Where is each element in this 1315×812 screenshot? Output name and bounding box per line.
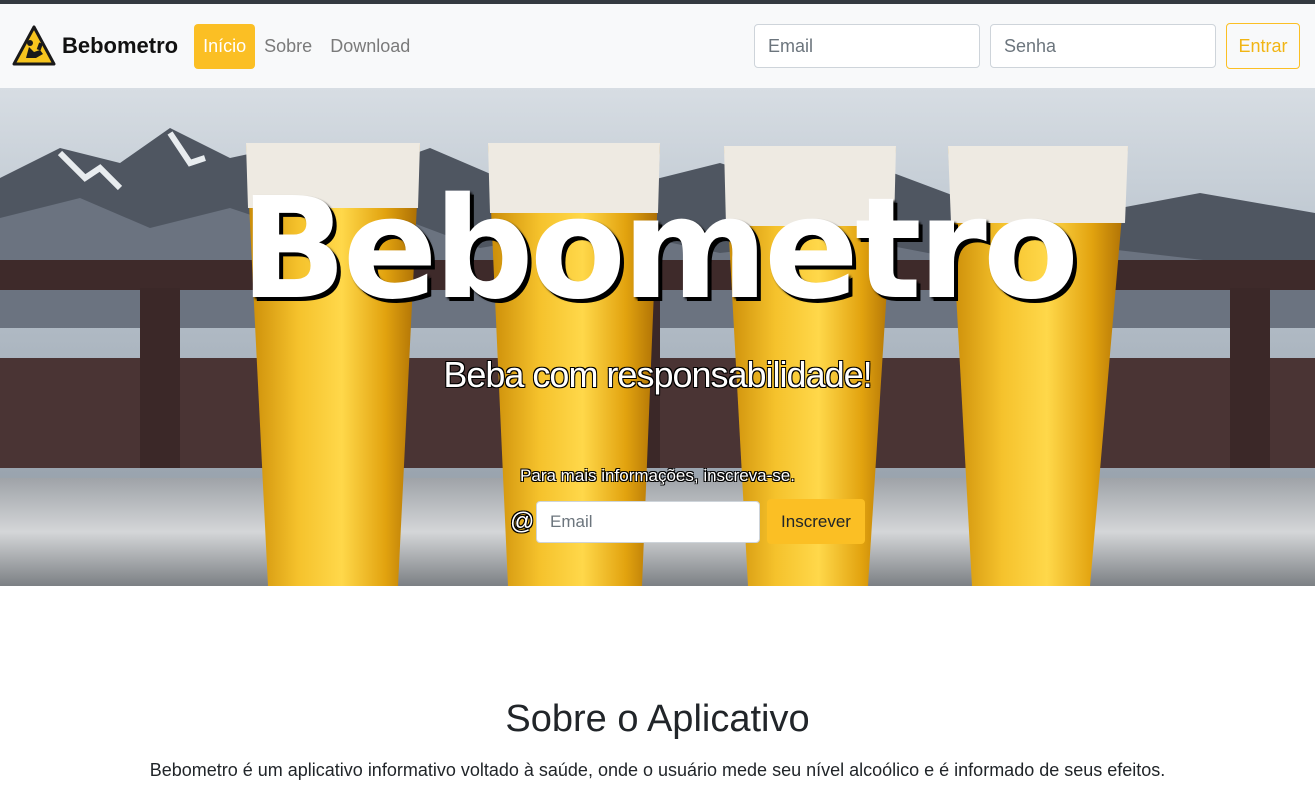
hero-title: Bebometro bbox=[239, 168, 1079, 331]
hero-banner: Bebometro Beba com responsabilidade! Par… bbox=[0, 88, 1315, 586]
warning-drinker-icon bbox=[12, 24, 56, 68]
about-section: Sobre o Aplicativo Bebometro é um aplica… bbox=[0, 700, 1315, 781]
nav-link-inicio[interactable]: Início bbox=[194, 23, 256, 69]
login-form: Entrar bbox=[754, 23, 1300, 69]
at-sign-icon: @ bbox=[510, 507, 535, 535]
about-text: Bebometro é um aplicativo informativo vo… bbox=[149, 760, 1166, 780]
about-title: Sobre o Aplicativo bbox=[505, 698, 810, 740]
login-password-input[interactable] bbox=[990, 24, 1216, 68]
nav-link-sobre[interactable]: Sobre bbox=[255, 24, 321, 69]
hero-subtitle: Beba com responsabilidade! bbox=[443, 354, 872, 395]
navbar: Bebometro Início Sobre Download Entrar bbox=[0, 4, 1315, 88]
brand-name: Bebometro bbox=[62, 33, 179, 58]
login-button[interactable]: Entrar bbox=[1226, 23, 1300, 69]
hero-info-text: Para mais informações, inscreva-se. bbox=[520, 466, 795, 485]
brand-link[interactable]: Bebometro bbox=[12, 24, 178, 68]
subscribe-form: @ Inscrever bbox=[510, 499, 865, 544]
nav-links: Início Sobre Download bbox=[194, 23, 419, 69]
nav-link-download[interactable]: Download bbox=[321, 24, 419, 69]
subscribe-email-input[interactable] bbox=[536, 500, 760, 543]
subscribe-button[interactable]: Inscrever bbox=[767, 499, 865, 544]
login-email-input[interactable] bbox=[754, 24, 980, 68]
